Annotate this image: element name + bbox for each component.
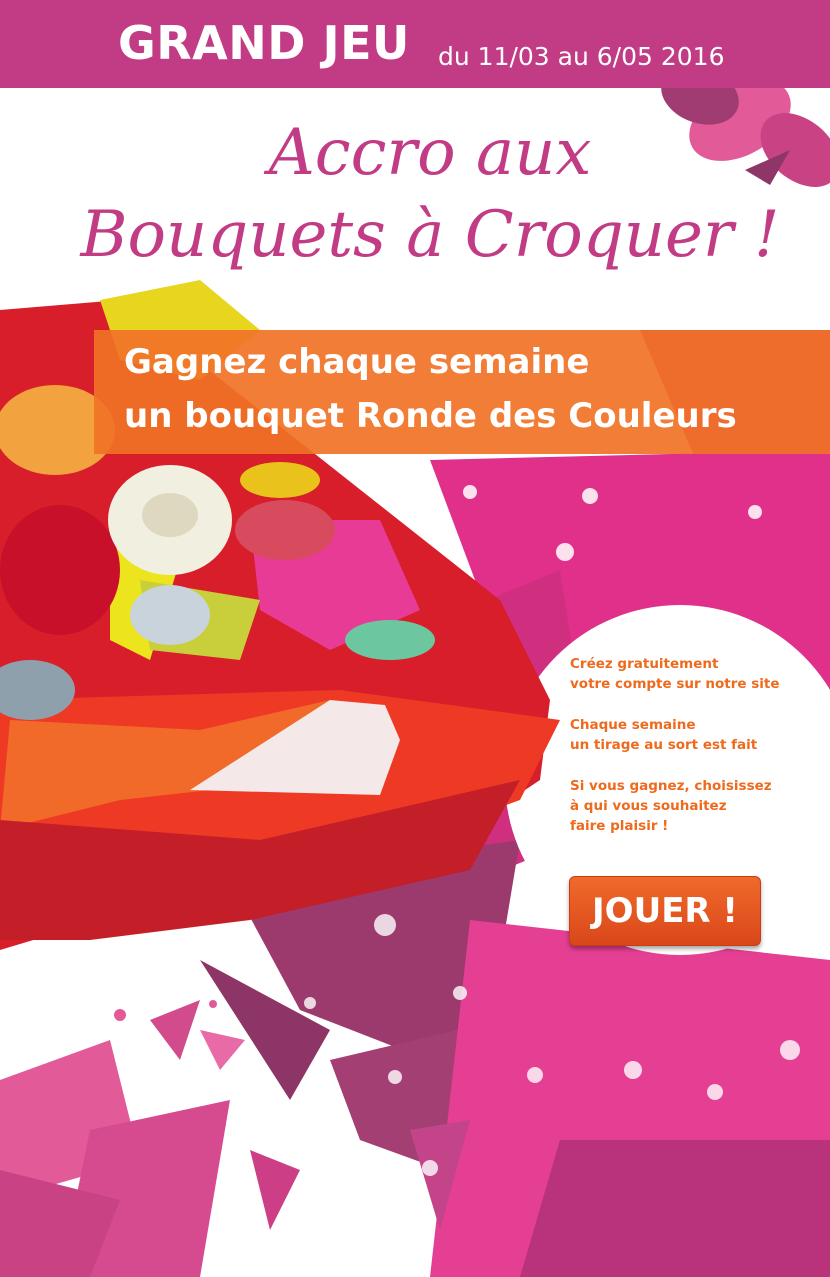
steps-list: Créez gratuitement votre compte sur notr… bbox=[570, 654, 820, 857]
game-title: GRAND JEU bbox=[118, 16, 410, 70]
play-button[interactable]: JOUER ! bbox=[569, 876, 761, 946]
game-dates: du 11/03 au 6/05 2016 bbox=[438, 42, 725, 71]
headline-line-2: Bouquets à Croquer ! bbox=[80, 198, 780, 272]
step-choose-recipient: Si vous gagnez, choisissez à qui vous so… bbox=[570, 778, 772, 834]
headline-line-1: Accro aux bbox=[268, 116, 592, 190]
banner-line-2: un bouquet Ronde des Couleurs bbox=[124, 396, 737, 436]
prize-banner: Gagnez chaque semaine un bouquet Ronde d… bbox=[94, 330, 830, 454]
background-artwork bbox=[0, 65, 830, 1277]
header-bar: GRAND JEU du 11/03 au 6/05 2016 bbox=[0, 0, 830, 88]
step-create-account: Créez gratuitement votre compte sur notr… bbox=[570, 656, 780, 692]
banner-line-1: Gagnez chaque semaine bbox=[124, 342, 590, 382]
step-weekly-draw: Chaque semaine un tirage au sort est fai… bbox=[570, 717, 758, 753]
promo-page: GRAND JEU du 11/03 au 6/05 2016 Accro au… bbox=[0, 0, 830, 1277]
